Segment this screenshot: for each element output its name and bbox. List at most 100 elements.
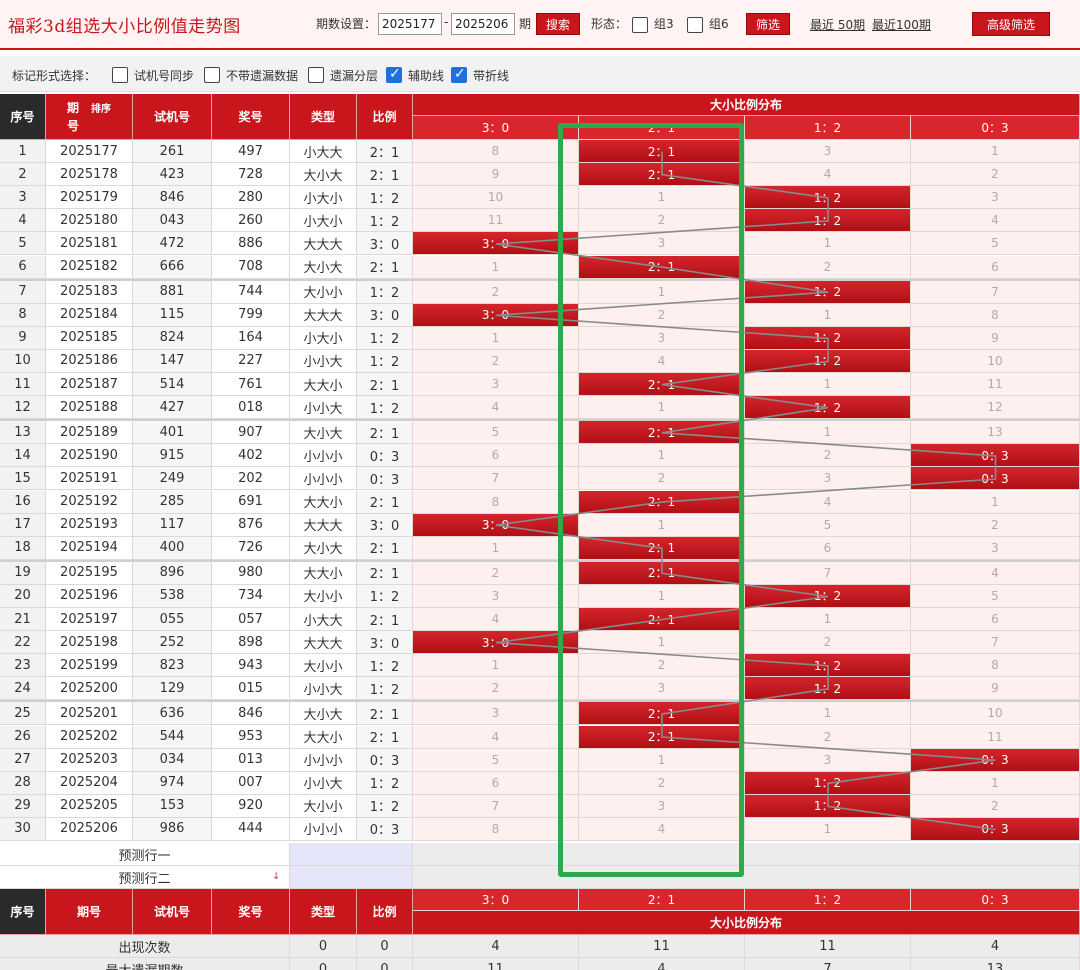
row-ratio: 3：0 — [357, 631, 413, 655]
omit-count-cell: 3 — [413, 584, 579, 608]
row-period: 2025194 — [46, 536, 133, 560]
row-trial: 846 — [133, 186, 212, 210]
omit-count-cell: 2 — [413, 349, 579, 373]
omit-count-cell: 7 — [911, 280, 1080, 304]
predict-dist-cell[interactable] — [413, 866, 1080, 889]
row-prize: 886 — [212, 232, 290, 256]
row-period: 2025190 — [46, 444, 133, 468]
polyline-checkbox[interactable] — [451, 66, 467, 83]
row-trial: 252 — [133, 631, 212, 655]
omit-count-cell: 1 — [911, 140, 1080, 164]
row-trial: 147 — [133, 349, 212, 373]
row-ratio: 3：0 — [357, 513, 413, 537]
row-ratio: 1：2 — [357, 677, 413, 701]
row-seq: 11 — [0, 373, 46, 397]
omit-count-cell: 3 — [911, 186, 1080, 210]
header-period-label: 期号 — [67, 100, 80, 133]
predict-dist-cell[interactable] — [413, 843, 1080, 866]
row-type: 小小大 — [290, 677, 357, 701]
row-period: 2025181 — [46, 232, 133, 256]
row-type: 小小小 — [290, 444, 357, 468]
hit-ratio-cell: 2：1 — [579, 140, 745, 164]
recent100-link[interactable]: 最近100期 — [872, 16, 931, 33]
sort-icon[interactable]: 排序 — [91, 100, 111, 115]
omit-count-cell: 1 — [911, 490, 1080, 514]
row-prize: 898 — [212, 631, 290, 655]
trial-sync-checkbox[interactable] — [112, 67, 128, 83]
marker-options-bar: 标记形式选择： 试机号同步 不带遗漏数据 遗漏分层 辅助线 带折线 — [0, 56, 1080, 92]
row-seq: 23 — [0, 654, 46, 678]
predict-row-label[interactable]: 预测行一 — [0, 843, 290, 866]
omit-count-cell: 11 — [911, 373, 1080, 397]
omit-count-cell: 9 — [911, 326, 1080, 350]
row-period: 2025188 — [46, 396, 133, 420]
row-prize: 744 — [212, 280, 290, 304]
row-trial: 896 — [133, 561, 212, 585]
search-button[interactable]: 搜索 — [536, 13, 580, 35]
hit-ratio-cell: 2：1 — [579, 163, 745, 187]
omit-count-cell: 4 — [579, 817, 745, 841]
row-seq: 13 — [0, 421, 46, 445]
stat-label: 出现次数 — [0, 935, 290, 958]
omit-count-cell: 4 — [911, 561, 1080, 585]
group3-label: 组3 — [654, 17, 674, 31]
omit-count-cell: 3 — [413, 702, 579, 726]
row-ratio: 2：1 — [357, 421, 413, 445]
footer-period: 期号 — [46, 889, 133, 935]
hit-ratio-cell: 1：2 — [745, 677, 911, 701]
header-period[interactable]: 期号 排序 — [46, 94, 133, 140]
no-omit-checkbox[interactable] — [204, 67, 220, 83]
omit-count-cell: 7 — [745, 561, 911, 585]
row-period: 2025179 — [46, 186, 133, 210]
row-period: 2025186 — [46, 349, 133, 373]
row-trial: 538 — [133, 584, 212, 608]
omit-count-cell: 4 — [413, 608, 579, 632]
omit-count-cell: 2 — [579, 209, 745, 233]
row-period: 2025185 — [46, 326, 133, 350]
row-trial: 986 — [133, 817, 212, 841]
row-seq: 1 — [0, 140, 46, 164]
row-seq: 7 — [0, 280, 46, 304]
omit-count-cell: 8 — [413, 140, 579, 164]
row-ratio: 0：3 — [357, 467, 413, 491]
recent50-link[interactable]: 最近 50期 — [810, 16, 865, 33]
omit-count-cell: 3 — [745, 140, 911, 164]
group6-checkbox[interactable] — [687, 17, 703, 33]
row-period: 2025191 — [46, 467, 133, 491]
row-seq: 27 — [0, 748, 46, 772]
omit-layer-checkbox[interactable] — [308, 67, 324, 83]
row-trial: 129 — [133, 677, 212, 701]
row-ratio: 2：1 — [357, 561, 413, 585]
header-prize: 奖号 — [212, 94, 290, 140]
predict-row-label[interactable]: 预测行二 — [0, 866, 290, 889]
hit-ratio-cell: 2：1 — [579, 255, 745, 279]
header-dist-col: 1：2 — [745, 116, 911, 140]
row-trial: 117 — [133, 513, 212, 537]
period-end-input[interactable] — [451, 13, 515, 35]
stat-value: 7 — [745, 958, 911, 970]
aux-line-checkbox[interactable] — [386, 66, 402, 83]
omit-count-cell: 5 — [911, 584, 1080, 608]
row-trial: 427 — [133, 396, 212, 420]
hit-ratio-cell: 2：1 — [579, 608, 745, 632]
group3-checkbox[interactable] — [632, 17, 648, 33]
omit-count-cell: 1 — [413, 536, 579, 560]
period-start-input[interactable] — [378, 13, 442, 35]
filter-button[interactable]: 筛选 — [746, 13, 790, 35]
row-trial: 544 — [133, 725, 212, 749]
predict-input-cell[interactable] — [290, 866, 413, 889]
row-ratio: 1：2 — [357, 584, 413, 608]
hit-ratio-cell: 2：1 — [579, 561, 745, 585]
row-ratio: 1：2 — [357, 794, 413, 818]
stat-value: 11 — [579, 935, 745, 958]
advanced-filter-button[interactable]: 高级筛选 — [972, 12, 1050, 36]
omit-count-cell: 4 — [911, 209, 1080, 233]
stat-label: 最大遗漏期数 — [0, 958, 290, 970]
row-type: 大小大 — [290, 163, 357, 187]
predict-input-cell[interactable] — [290, 843, 413, 866]
row-type: 大大小 — [290, 373, 357, 397]
row-trial: 823 — [133, 654, 212, 678]
omit-count-cell: 2 — [579, 467, 745, 491]
row-seq: 29 — [0, 794, 46, 818]
row-trial: 055 — [133, 608, 212, 632]
